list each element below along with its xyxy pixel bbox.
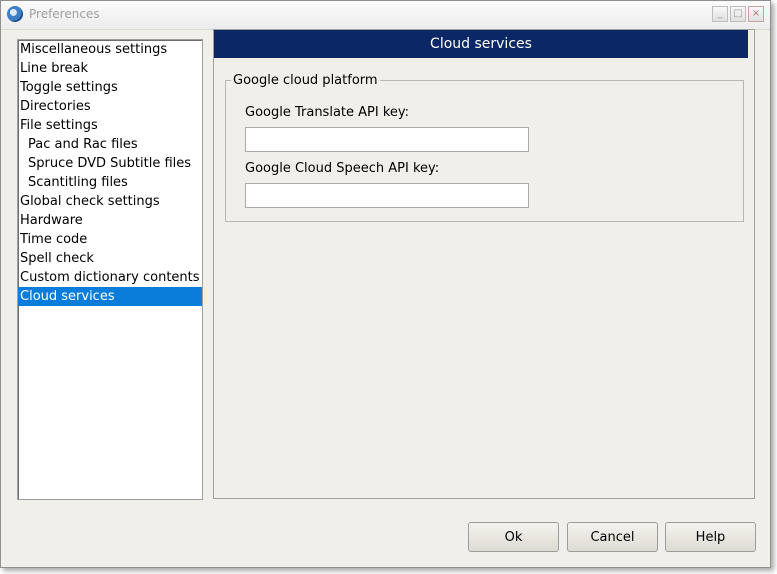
tree-item[interactable]: Pac and Rac files: [18, 135, 202, 154]
preferences-window: Preferences _ □ × Miscellaneous settings…: [0, 0, 771, 568]
tree-item[interactable]: Global check settings: [18, 192, 202, 211]
tree-item[interactable]: Directories: [18, 97, 202, 116]
tree-item[interactable]: File settings: [18, 116, 202, 135]
tree-item[interactable]: Miscellaneous settings: [18, 40, 202, 59]
tree-item[interactable]: Cloud services: [18, 287, 202, 306]
tree-item[interactable]: Scantitling files: [18, 173, 202, 192]
title-bar[interactable]: Preferences _ □ ×: [1, 1, 770, 30]
tree-item[interactable]: Toggle settings: [18, 78, 202, 97]
tree-item[interactable]: Line break: [18, 59, 202, 78]
translate-api-key-input[interactable]: [245, 127, 529, 152]
cancel-button[interactable]: Cancel: [567, 522, 658, 552]
speech-api-key-input[interactable]: [245, 183, 529, 208]
help-button[interactable]: Help: [665, 522, 756, 552]
tree-item[interactable]: Spruce DVD Subtitle files: [18, 154, 202, 173]
ok-button[interactable]: Ok: [468, 522, 559, 552]
google-cloud-groupbox: Google cloud platform Google Translate A…: [225, 73, 744, 222]
content-panel: Cloud services Google cloud platform Goo…: [213, 29, 755, 499]
tree-item[interactable]: Hardware: [18, 211, 202, 230]
minimize-button[interactable]: _: [712, 6, 728, 22]
translate-api-key-label: Google Translate API key:: [245, 105, 410, 120]
window-controls: _ □ ×: [712, 6, 764, 22]
close-button[interactable]: ×: [748, 6, 764, 22]
tree-item[interactable]: Custom dictionary contents: [18, 268, 202, 287]
app-icon: [7, 6, 23, 22]
settings-tree[interactable]: Miscellaneous settings Line break Toggle s…: [17, 39, 203, 500]
maximize-button[interactable]: □: [730, 6, 746, 22]
speech-api-key-label: Google Cloud Speech API key:: [245, 161, 440, 176]
panel-header: Cloud services: [214, 30, 748, 58]
tree-item[interactable]: Time code: [18, 230, 202, 249]
groupbox-legend: Google cloud platform: [231, 73, 380, 88]
window-title: Preferences: [29, 7, 100, 21]
tree-item[interactable]: Spell check: [18, 249, 202, 268]
